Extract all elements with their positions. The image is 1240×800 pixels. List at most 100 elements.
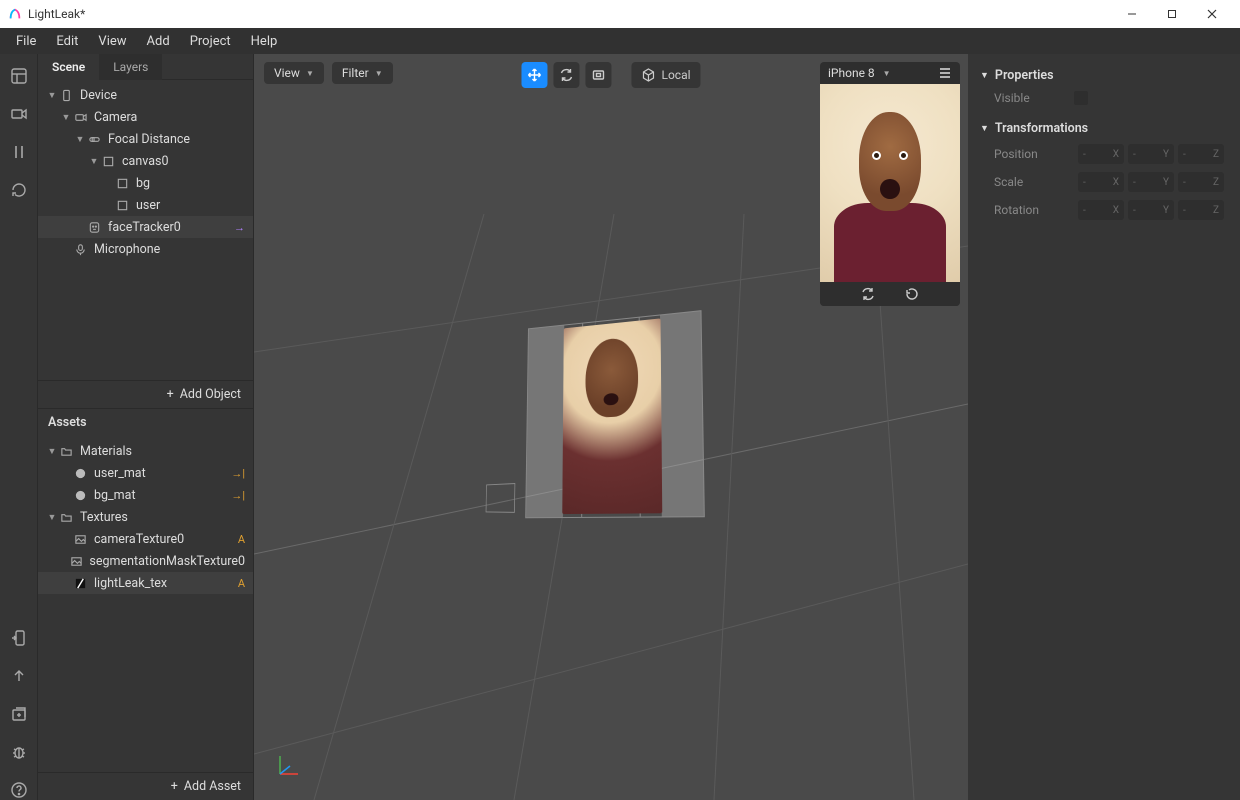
properties-panel: ▼Properties Visible ▼Transformations Pos… [968, 54, 1240, 800]
library-add-icon[interactable] [9, 704, 29, 724]
video-icon[interactable] [9, 104, 29, 124]
asset-item-row[interactable]: segmentationMaskTexture0 [38, 550, 253, 572]
viewport[interactable]: View▼ Filter ▼ Local iPhone 8 ▼ [254, 54, 968, 800]
asset-item-row[interactable]: bg_mat→| [38, 484, 253, 506]
scale-x-input[interactable]: -X [1078, 172, 1124, 192]
scene-item-label: Device [80, 88, 117, 103]
add-asset-label: Add Asset [184, 779, 241, 794]
tab-scene[interactable]: Scene [38, 54, 99, 80]
upload-icon[interactable] [9, 666, 29, 686]
asset-item-row[interactable]: ▼Textures [38, 506, 253, 528]
img-icon [70, 555, 83, 568]
transformations-header[interactable]: ▼Transformations [980, 117, 1228, 140]
menu-add[interactable]: Add [137, 31, 180, 52]
folder-icon [58, 445, 74, 458]
layout-icon[interactable] [9, 66, 29, 86]
rect-icon [100, 155, 116, 168]
scene-tree[interactable]: ▼ Device ▼Camera▼Focal Distance▼canvas0bgu… [38, 80, 253, 380]
pause-icon[interactable] [9, 142, 29, 162]
sync-tool-button[interactable] [553, 62, 579, 88]
local-label: Local [661, 68, 690, 82]
maximize-button[interactable] [1152, 0, 1192, 28]
scene-item-row[interactable]: bg [38, 172, 253, 194]
add-object-button[interactable]: + Add Object [38, 380, 253, 408]
coordinate-space-button[interactable]: Local [631, 62, 700, 88]
preview-menu-icon[interactable] [938, 67, 952, 79]
refresh-icon[interactable] [9, 180, 29, 200]
caret-icon[interactable]: ▼ [46, 512, 58, 523]
asset-item-row[interactable]: cameraTexture0A [38, 528, 253, 550]
chevron-down-icon[interactable]: ▼ [883, 69, 891, 78]
caret-down-icon: ▼ [980, 123, 989, 134]
axis-gizmo-icon [274, 750, 304, 780]
filter-label: Filter [342, 66, 369, 80]
device-name[interactable]: iPhone 8 [828, 66, 875, 80]
bug-icon[interactable] [9, 742, 29, 762]
asset-item-label: user_mat [94, 466, 146, 481]
asset-item-row[interactable]: ▼ Materials [38, 440, 253, 462]
chevron-down-icon: ▼ [375, 69, 383, 78]
indicator-badge: →| [231, 489, 245, 502]
scale-label: Scale [994, 175, 1074, 189]
window-title: LightLeak* [28, 7, 85, 21]
img-icon [72, 533, 88, 546]
caret-icon[interactable]: ▼ [74, 134, 86, 145]
minimize-button[interactable] [1112, 0, 1152, 28]
preview-refresh-icon[interactable] [861, 287, 875, 301]
scene-item-row[interactable]: ▼Focal Distance [38, 128, 253, 150]
menu-help[interactable]: Help [241, 31, 288, 52]
scene-item-row[interactable]: ▼canvas0 [38, 150, 253, 172]
caret-icon[interactable]: ▼ [60, 112, 72, 123]
filter-dropdown[interactable]: Filter ▼ [332, 62, 393, 84]
sphere-icon [72, 467, 88, 480]
asset-item-row[interactable]: lightLeak_texA [38, 572, 253, 594]
position-x-input[interactable]: -X [1078, 144, 1124, 164]
caret-icon[interactable]: ▼ [46, 446, 58, 457]
device-preview: iPhone 8 ▼ [820, 62, 960, 306]
scene-item-row[interactable]: faceTracker0→ [38, 216, 253, 238]
scene-item-row[interactable]: Microphone [38, 238, 253, 260]
close-button[interactable] [1192, 0, 1232, 28]
asset-item-label: Materials [80, 444, 132, 459]
position-z-input[interactable]: -Z [1178, 144, 1224, 164]
help-icon[interactable] [9, 780, 29, 800]
caret-down-icon: ▼ [980, 70, 989, 81]
indicator-badge: →| [231, 467, 245, 480]
sphere-icon [72, 489, 88, 502]
scale-y-input[interactable]: -Y [1128, 172, 1174, 192]
rotation-z-input[interactable]: -Z [1178, 200, 1224, 220]
rotation-x-input[interactable]: -X [1078, 200, 1124, 220]
position-y-input[interactable]: -Y [1128, 144, 1174, 164]
plus-icon: + [171, 779, 178, 794]
menu-file[interactable]: File [6, 31, 46, 52]
properties-header[interactable]: ▼ Properties [980, 64, 1228, 87]
position-label: Position [994, 147, 1074, 161]
scene-item-label: faceTracker0 [108, 220, 181, 235]
rotation-y-input[interactable]: -Y [1128, 200, 1174, 220]
preview-reset-icon[interactable] [905, 287, 919, 301]
assets-title: Assets [38, 408, 253, 436]
menu-project[interactable]: Project [180, 31, 241, 52]
caret-icon[interactable]: ▼ [88, 156, 100, 167]
chevron-down-icon: ▼ [306, 69, 314, 78]
menu-view[interactable]: View [88, 31, 136, 52]
visible-checkbox[interactable] [1074, 91, 1088, 105]
folder-icon [58, 511, 74, 524]
asset-item-row[interactable]: user_mat →| [38, 462, 253, 484]
tab-layers[interactable]: Layers [99, 54, 162, 80]
view-dropdown[interactable]: View▼ [264, 62, 324, 84]
canvas-plane[interactable] [525, 310, 705, 518]
menu-edit[interactable]: Edit [46, 31, 88, 52]
scene-item-row[interactable]: ▼ Device [38, 84, 253, 106]
focal-icon [86, 133, 102, 146]
scene-item-row[interactable]: user [38, 194, 253, 216]
scale-z-input[interactable]: -Z [1178, 172, 1224, 192]
caret-icon[interactable]: ▼ [46, 90, 58, 101]
scene-item-row[interactable]: ▼Camera [38, 106, 253, 128]
move-tool-button[interactable] [521, 62, 547, 88]
frame-tool-button[interactable] [585, 62, 611, 88]
properties-title: Properties [995, 68, 1054, 83]
send-to-device-icon[interactable] [9, 628, 29, 648]
add-asset-button[interactable]: + Add Asset [38, 772, 253, 800]
assets-tree[interactable]: ▼Materialsuser_mat→|bg_mat→|▼Texturescam… [38, 436, 253, 772]
